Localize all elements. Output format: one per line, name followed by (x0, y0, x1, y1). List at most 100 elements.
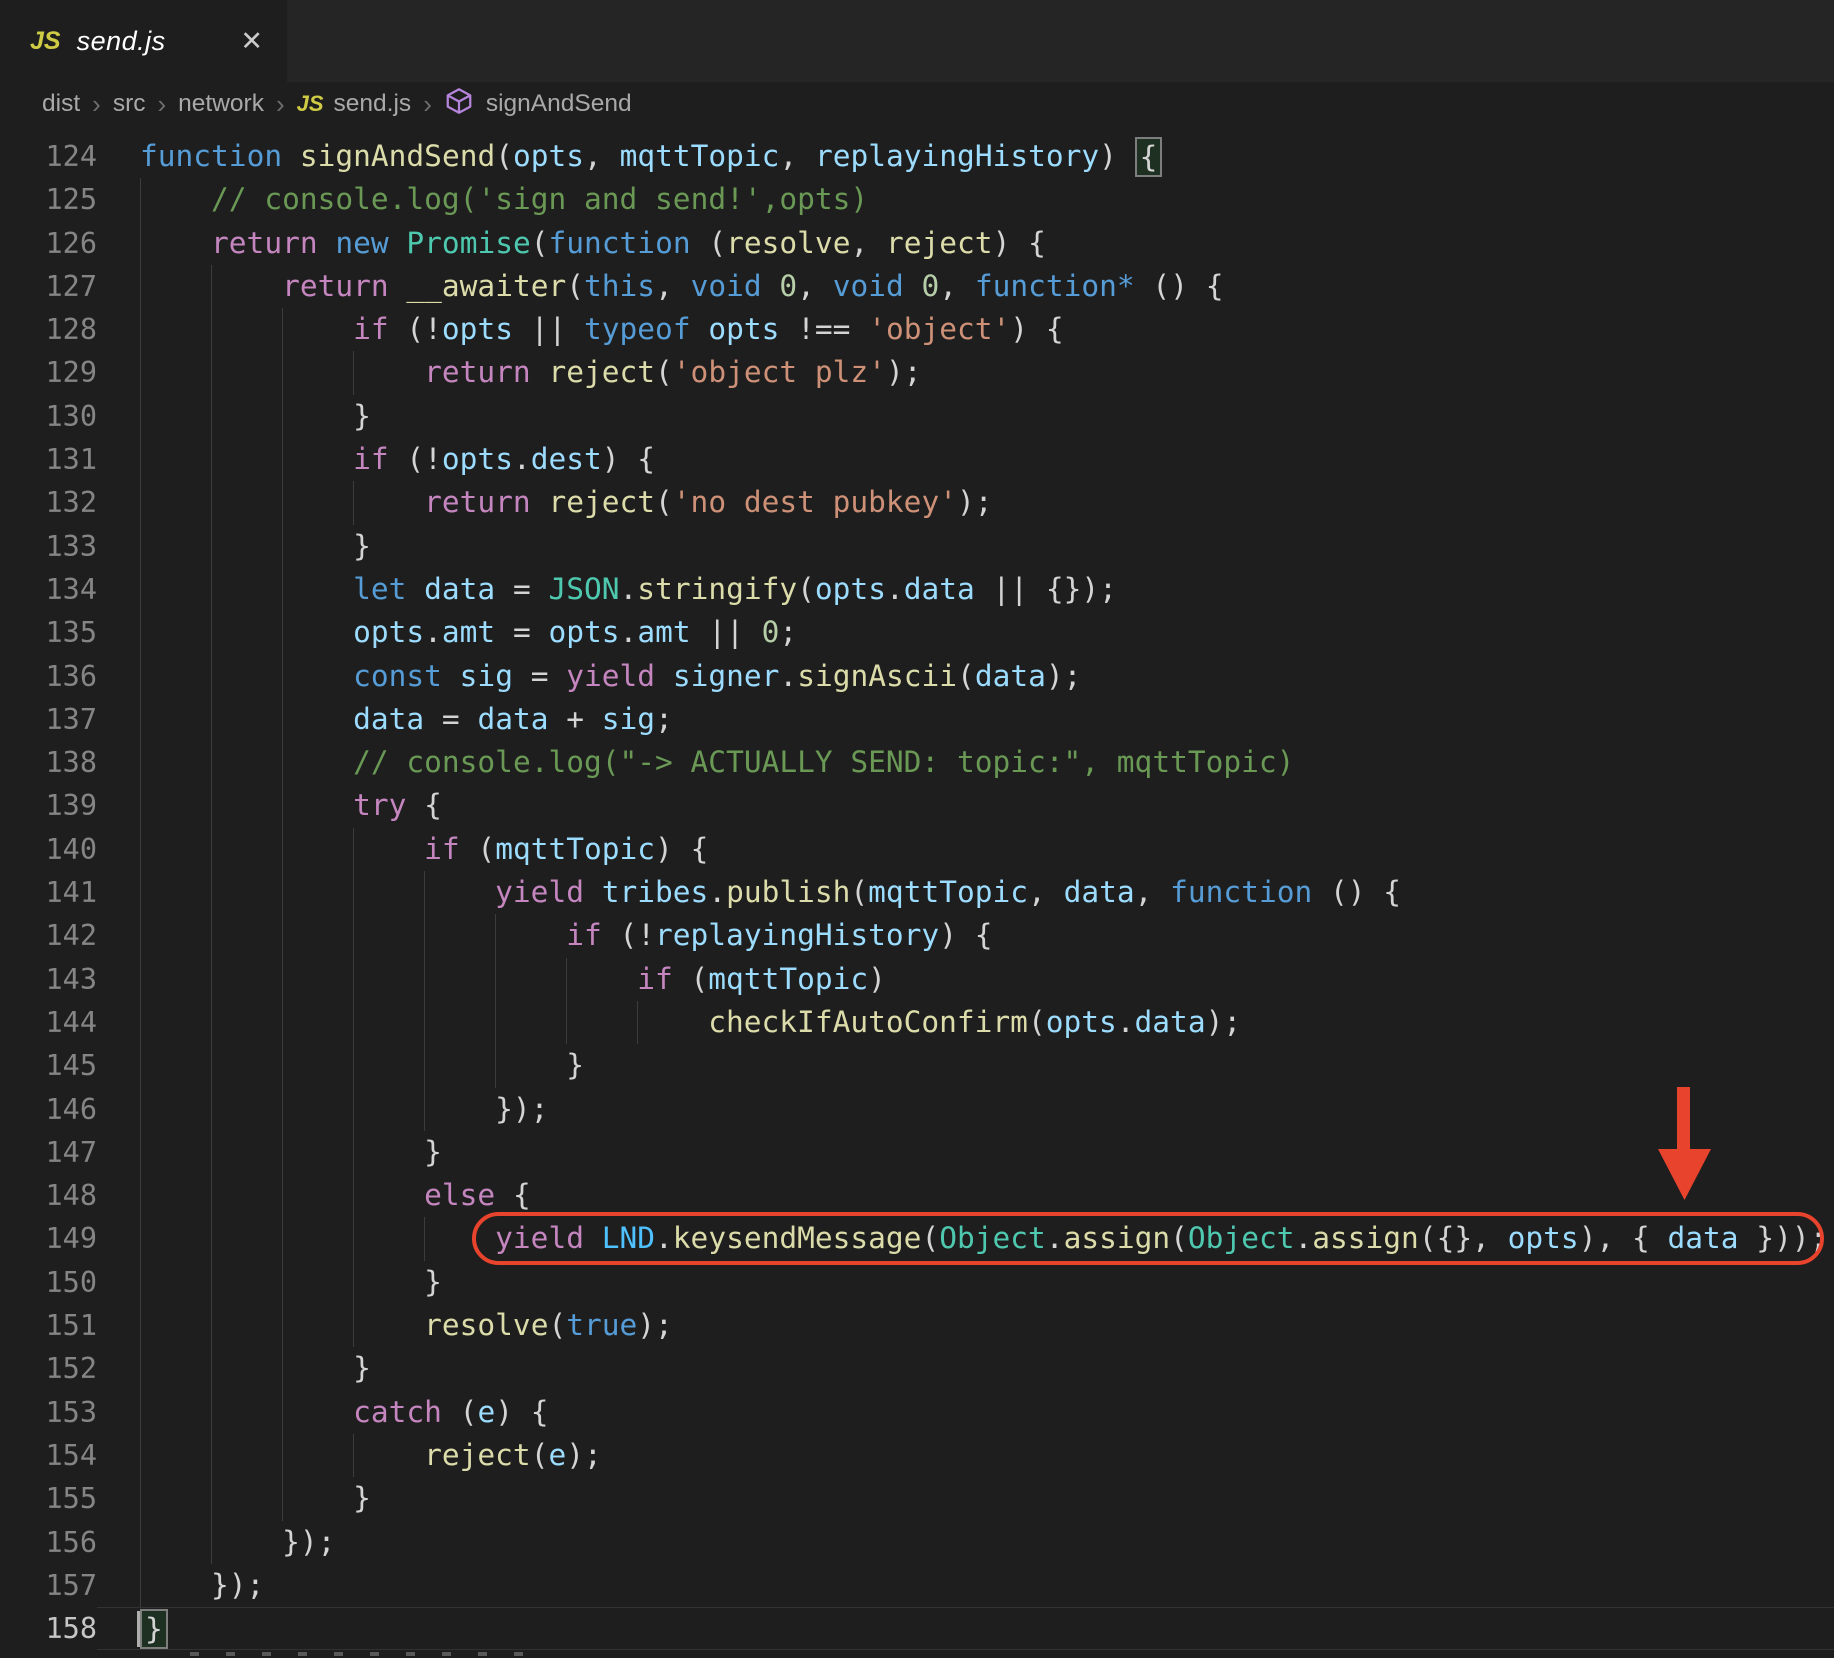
line-number[interactable]: 143 (0, 958, 97, 1001)
close-icon[interactable]: ✕ (240, 28, 263, 55)
line-number[interactable]: 148 (0, 1174, 97, 1217)
line-number[interactable]: 147 (0, 1131, 97, 1174)
code-text: opts.amt = opts.amt || 0; (97, 611, 797, 654)
code-line-150[interactable]: 150} (0, 1261, 1834, 1304)
code-token: ( (655, 351, 673, 394)
line-number[interactable]: 149 (0, 1217, 97, 1260)
code-line-139[interactable]: 139try { (0, 784, 1834, 827)
code-line-146[interactable]: 146}); (0, 1088, 1834, 1131)
tab-send-js[interactable]: JS send.js ✕ (0, 0, 287, 82)
js-file-icon: JS (30, 27, 61, 56)
line-number[interactable]: 137 (0, 698, 97, 741)
line-number[interactable]: 126 (0, 222, 97, 265)
line-number[interactable]: 127 (0, 265, 97, 308)
breadcrumb-network[interactable]: network (178, 90, 264, 118)
line-number[interactable]: 135 (0, 611, 97, 654)
line-number[interactable]: 153 (0, 1391, 97, 1434)
line-number[interactable]: 155 (0, 1477, 97, 1520)
line-number[interactable]: 150 (0, 1261, 97, 1304)
code-line-131[interactable]: 131if (!opts.dest) { (0, 438, 1834, 481)
line-number[interactable]: 130 (0, 395, 97, 438)
line-number[interactable]: 125 (0, 178, 97, 221)
code-line-147[interactable]: 147} (0, 1131, 1834, 1174)
code-line-144[interactable]: 144checkIfAutoConfirm(opts.data); (0, 1001, 1834, 1044)
indent-guide-line (140, 351, 211, 394)
line-number[interactable]: 132 (0, 481, 97, 524)
line-number[interactable]: 154 (0, 1434, 97, 1477)
code-line-141[interactable]: 141yield tribes.publish(mqttTopic, data,… (0, 871, 1834, 914)
line-number[interactable]: 133 (0, 525, 97, 568)
line-number[interactable]: 152 (0, 1347, 97, 1390)
code-line-127[interactable]: 127return __awaiter(this, void 0, void 0… (0, 265, 1834, 308)
line-number[interactable]: 128 (0, 308, 97, 351)
code-token: resolve (726, 222, 850, 265)
code-token: reject (886, 222, 993, 265)
code-token: ) { (1010, 308, 1063, 351)
code-token: else (424, 1174, 513, 1217)
code-token: if (566, 914, 619, 957)
line-number[interactable]: 139 (0, 784, 97, 827)
indent-guide-line (140, 395, 211, 438)
code-line-143[interactable]: 143if (mqttTopic) (0, 958, 1834, 1001)
code-line-145[interactable]: 145} (0, 1044, 1834, 1087)
line-number[interactable]: 156 (0, 1521, 97, 1564)
code-line-136[interactable]: 136const sig = yield signer.signAscii(da… (0, 655, 1834, 698)
line-number[interactable]: 144 (0, 1001, 97, 1044)
code-line-158[interactable]: 158} (0, 1607, 1834, 1650)
line-number[interactable]: 134 (0, 568, 97, 611)
code-line-149[interactable]: 149yield LND.keysendMessage(Object.assig… (0, 1217, 1834, 1260)
code-line-133[interactable]: 133} (0, 525, 1834, 568)
code-line-124[interactable]: 124function signAndSend(opts, mqttTopic,… (0, 135, 1834, 178)
line-number[interactable]: 138 (0, 741, 97, 784)
code-line-130[interactable]: 130} (0, 395, 1834, 438)
breadcrumb-dist[interactable]: dist (42, 90, 80, 118)
code-line-153[interactable]: 153catch (e) { (0, 1391, 1834, 1434)
code-line-156[interactable]: 156}); (0, 1521, 1834, 1564)
code-token: 0 (922, 265, 940, 308)
code-token: opts (353, 611, 424, 654)
line-number[interactable]: 131 (0, 438, 97, 481)
code-line-135[interactable]: 135opts.amt = opts.amt || 0; (0, 611, 1834, 654)
indent-guide-line (211, 871, 282, 914)
line-number[interactable]: 158 (0, 1607, 97, 1650)
line-number[interactable]: 141 (0, 871, 97, 914)
code-line-129[interactable]: 129return reject('object plz'); (0, 351, 1834, 394)
code-token: data (1064, 871, 1135, 914)
line-number[interactable]: 146 (0, 1088, 97, 1131)
code-line-152[interactable]: 152} (0, 1347, 1834, 1390)
code-line-126[interactable]: 126return new Promise(function (resolve,… (0, 222, 1834, 265)
code-line-125[interactable]: 125// console.log('sign and send!',opts) (0, 178, 1834, 221)
code-line-155[interactable]: 155} (0, 1477, 1834, 1520)
code-line-154[interactable]: 154reject(e); (0, 1434, 1834, 1477)
breadcrumb-send-js[interactable]: send.js (334, 90, 412, 118)
code-line-137[interactable]: 137data = data + sig; (0, 698, 1834, 741)
code-line-140[interactable]: 140if (mqttTopic) { (0, 828, 1834, 871)
indent-guide-line (353, 351, 424, 394)
code-text: yield LND.keysendMessage(Object.assign(O… (97, 1217, 1827, 1260)
line-number[interactable]: 140 (0, 828, 97, 871)
breadcrumb-src[interactable]: src (113, 90, 146, 118)
line-number[interactable]: 124 (0, 135, 97, 178)
indent-guide-line (211, 828, 282, 871)
code-line-148[interactable]: 148else { (0, 1174, 1834, 1217)
line-number[interactable]: 151 (0, 1304, 97, 1347)
code-line-132[interactable]: 132return reject('no dest pubkey'); (0, 481, 1834, 524)
code-line-134[interactable]: 134let data = JSON.stringify(opts.data |… (0, 568, 1834, 611)
code-line-151[interactable]: 151resolve(true); (0, 1304, 1834, 1347)
code-line-128[interactable]: 128if (!opts || typeof opts !== 'object'… (0, 308, 1834, 351)
code-text: function signAndSend(opts, mqttTopic, re… (97, 135, 1162, 178)
code-token: ( (1028, 1001, 1046, 1044)
line-number[interactable]: 157 (0, 1564, 97, 1607)
code-line-138[interactable]: 138// console.log("-> ACTUALLY SEND: top… (0, 741, 1834, 784)
code-token: . (708, 871, 726, 914)
line-number[interactable]: 129 (0, 351, 97, 394)
code-token: ( (1170, 1217, 1188, 1260)
code-line-142[interactable]: 142if (!replayingHistory) { (0, 914, 1834, 957)
line-number[interactable]: 136 (0, 655, 97, 698)
code-token: dest (531, 438, 602, 481)
code-token: function (140, 135, 300, 178)
line-number[interactable]: 145 (0, 1044, 97, 1087)
code-line-157[interactable]: 157}); (0, 1564, 1834, 1607)
breadcrumb-signandsend[interactable]: signAndSend (486, 90, 632, 118)
line-number[interactable]: 142 (0, 914, 97, 957)
